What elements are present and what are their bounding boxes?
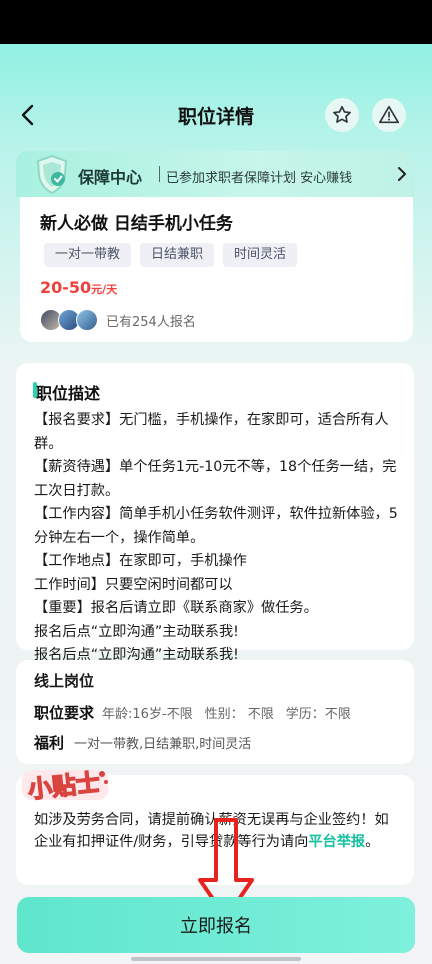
job-title: 新人必做 日结手机小任务: [40, 214, 233, 234]
description-text: 【报名要求】无门槛，手机操作，在家即可，适合所有人群。 【薪资待遇】单个任务1元…: [34, 412, 398, 663]
tips-sticker-icon: 小贴士: [22, 768, 108, 804]
avatar: [76, 309, 98, 331]
requirements-row: 职位要求 年龄:16岁-不限 性别： 不限 学历：不限: [34, 702, 351, 723]
section-title: 职位描述: [36, 384, 101, 403]
report-button[interactable]: [372, 98, 406, 132]
guarantee-subtitle: 已参加求职者保障计划 安心赚钱: [166, 171, 353, 186]
online-position-card: 线上岗位 职位要求 年龄:16岁-不限 性别： 不限 学历：不限 福利 一对一带教,日结…: [16, 660, 414, 764]
requirements-label: 职位要求: [34, 704, 95, 722]
nav-bar: 职位详情: [0, 92, 432, 140]
education-requirement: 学历：不限: [285, 707, 351, 722]
benefits-row: 福利 一对一带教,日结兼职,时间灵活: [34, 732, 251, 753]
age-requirement: 年龄:16岁-不限: [102, 707, 193, 722]
apply-button[interactable]: 立即报名: [17, 897, 415, 953]
warning-icon: [379, 105, 399, 124]
status-bar: [0, 0, 432, 44]
salary-value: 20-50: [40, 278, 92, 297]
shield-icon: [36, 154, 68, 195]
guarantee-center-banner[interactable]: 保障中心 已参加求职者保障计划 安心赚钱: [16, 151, 415, 197]
divider: [159, 166, 160, 182]
signup-count: 已有254人报名: [106, 315, 196, 330]
job-tag: 时间灵活: [223, 243, 298, 267]
job-tag: 日结兼职: [140, 243, 215, 267]
favorite-button[interactable]: [325, 98, 359, 132]
gender-requirement: 性别： 不限: [204, 707, 274, 722]
job-tag: 一对一带教: [44, 243, 132, 267]
tips-end: 。: [365, 834, 380, 850]
position-type: 线上岗位: [34, 672, 95, 690]
benefits-label: 福利: [34, 734, 65, 752]
salary: 20-50元/天: [40, 278, 117, 297]
job-summary-card: 新人必做 日结手机小任务 一对一带教 日结兼职 时间灵活 20-50元/天 已有…: [20, 197, 413, 342]
benefits-value: 一对一带教,日结兼职,时间灵活: [74, 737, 252, 752]
job-tags: 一对一带教 日结兼职 时间灵活: [44, 243, 298, 267]
star-icon: [333, 105, 351, 123]
applicant-avatars: [40, 309, 102, 331]
job-description-card: 职位描述 【报名要求】无门槛，手机操作，在家即可，适合所有人群。 【薪资待遇】单…: [16, 363, 414, 663]
chevron-right-icon: [398, 167, 406, 181]
report-link[interactable]: 平台举报: [308, 834, 365, 850]
home-indicator: [131, 957, 301, 961]
page-title: 职位详情: [177, 106, 254, 128]
salary-unit: 元/天: [91, 283, 118, 296]
guarantee-title: 保障中心: [78, 168, 143, 187]
